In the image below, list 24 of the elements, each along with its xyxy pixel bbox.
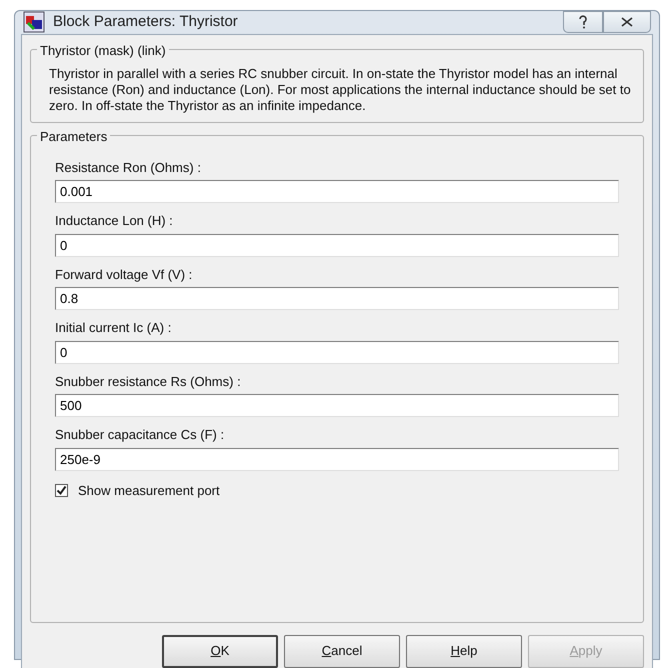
dialog-button[interactable]: OK: [162, 634, 278, 668]
window-title: Block Parameters: Thyristor: [53, 12, 238, 32]
question-mark-icon: [578, 15, 588, 29]
checkbox-label: Show measurement port: [78, 482, 220, 500]
input-field[interactable]: 250e-9: [55, 448, 619, 470]
field-label: Resistance Ron (Ohms) :: [55, 158, 202, 177]
field-label: Snubber capacitance Cs (F) :: [55, 426, 226, 444]
field-label: Initial current Ic (A) :: [55, 319, 172, 337]
input-field[interactable]: 0.8: [55, 287, 619, 310]
close-button[interactable]: [603, 11, 651, 33]
field-label: Forward voltage Vf (V) :: [55, 266, 194, 284]
input-field[interactable]: 0: [55, 234, 619, 256]
dialog-button[interactable]: Help: [406, 634, 522, 668]
checkbox[interactable]: [55, 484, 68, 497]
dialog-button[interactable]: Cancel: [284, 634, 400, 668]
block-icon: [23, 11, 45, 34]
help-button[interactable]: [563, 11, 603, 33]
input-field[interactable]: 0.001: [55, 180, 619, 203]
description-text: Thyristor in parallel with a series RC snubber circuit. In on-state the Thyristor model has an internal resistance (Ron) and inductance (Lon). For most applications the internal inductance should be set to zero. In off-state the Thyristor as an infinite impedance.: [49, 66, 631, 114]
field-label: Inductance Lon (H) :: [55, 212, 174, 230]
input-field[interactable]: 500: [55, 394, 619, 417]
close-icon: [621, 17, 633, 27]
input-field[interactable]: 0: [55, 340, 619, 364]
field-label: Snubber resistance Rs (Ohms) :: [55, 372, 242, 391]
